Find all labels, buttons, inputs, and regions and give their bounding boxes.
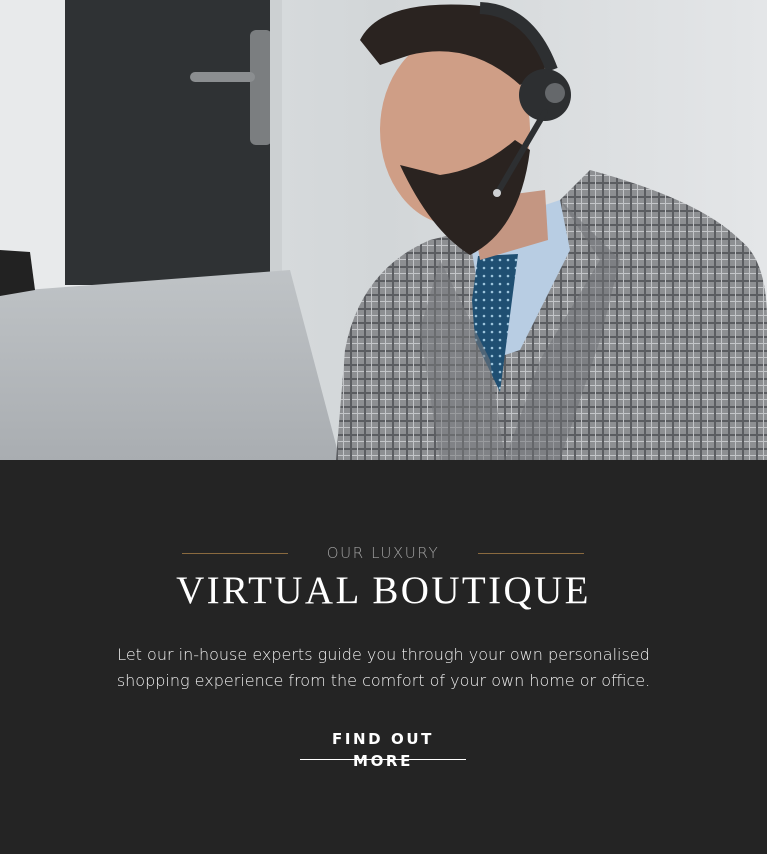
section-title: VIRTUAL BOUTIQUE bbox=[176, 569, 591, 612]
eyebrow-row: OUR LUXURY bbox=[0, 543, 767, 563]
hero-image bbox=[0, 0, 767, 460]
consultant-photo bbox=[0, 0, 767, 460]
left-divider bbox=[182, 553, 288, 554]
eyebrow-text: OUR LUXURY bbox=[326, 544, 440, 562]
virtual-boutique-panel: OUR LUXURY VIRTUAL BOUTIQUE Let our in-h… bbox=[0, 460, 767, 854]
find-out-more-link[interactable]: FIND OUT MORE bbox=[300, 728, 466, 770]
section-description: Let our in-house experts guide you throu… bbox=[116, 645, 651, 690]
right-divider bbox=[478, 553, 584, 554]
